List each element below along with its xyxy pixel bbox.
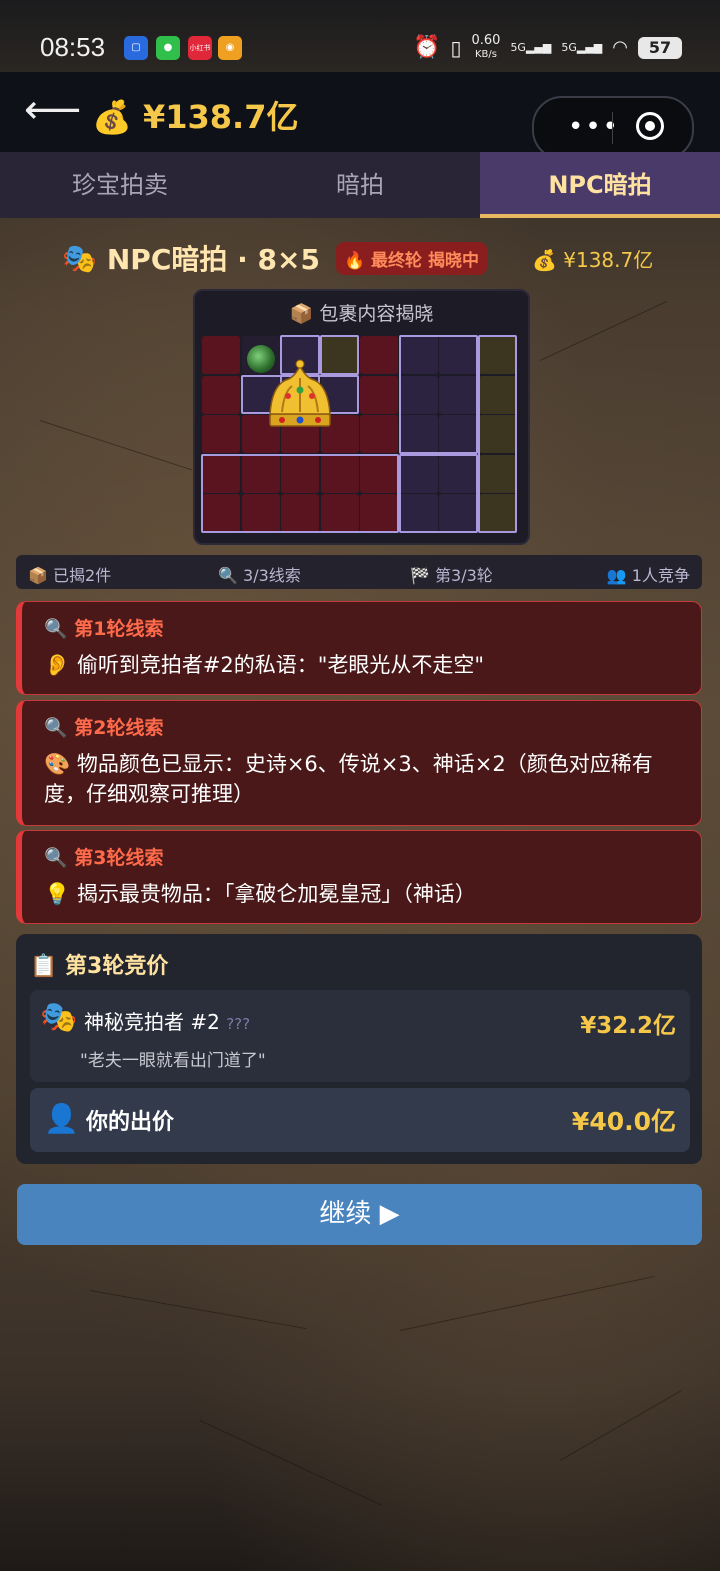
final-round-badge: 🔥 最终轮 揭晓中 xyxy=(335,241,487,275)
auction-stats-bar: 📦 已揭2件 🔍 3/3线索 🏁 第3/3轮 👥 1人竞争 xyxy=(16,555,702,589)
item-outline xyxy=(201,453,399,533)
clue-text: 👂 偷听到竞拍者#2的私语："老眼光从不走空" xyxy=(44,653,485,677)
clue-text: 🎨 物品颜色已显示：史诗×6、传说×3、神话×2（颜色对应稀有度，仔细观察可推理… xyxy=(44,752,653,806)
grid-cell xyxy=(202,375,240,414)
npc-name: 神秘竞拍者 #2 ??? xyxy=(84,1006,250,1035)
net-speed-unit: KB/s xyxy=(474,49,497,60)
net-speed-value: 0.60 xyxy=(471,33,501,48)
grid-cell xyxy=(360,415,398,453)
npc-bid-price: ¥32.2亿 xyxy=(580,1013,676,1039)
clue-count: 🔍 3/3线索 xyxy=(218,566,301,585)
bank-app-icon: ▢ xyxy=(124,36,148,60)
miniapp-capsule: ••• xyxy=(532,96,694,160)
clue-heading: 🔍 第1轮线索 xyxy=(44,618,164,640)
xiaohongshu-icon: 小红书 xyxy=(188,36,212,60)
money-bag-icon: 💰 xyxy=(92,98,132,136)
round-count: 🏁 第3/3轮 xyxy=(410,566,493,585)
clue-heading: 🔍 第3轮线索 xyxy=(44,847,164,869)
clue-card-round-3: 🔍 第3轮线索 💡 揭示最贵物品：「拿破仑加冕皇冠」（神话） xyxy=(16,830,702,924)
back-arrow-icon[interactable]: ⟵ xyxy=(24,90,81,130)
close-miniapp-icon[interactable] xyxy=(636,112,664,140)
crown-item-icon[interactable] xyxy=(260,356,340,436)
item-outline xyxy=(477,335,517,533)
grid-cell xyxy=(360,375,398,414)
grid-cell xyxy=(360,336,398,374)
bidding-panel: 📋 第3轮竞价 🎭 神秘竞拍者 #2 ??? "老夫一眼就看出门道了" ¥32.… xyxy=(16,934,702,1164)
grid-cell xyxy=(202,415,240,453)
theater-masks-icon: 🎭 xyxy=(62,241,97,275)
title-balance: 💰 ¥138.7亿 xyxy=(532,248,654,272)
tab-npc-silent-auction[interactable]: NPC暗拍 xyxy=(480,152,720,218)
system-indicators: ⏰ ▯ 0.60 KB/s 5G▂▄▆ 5G▂▄▆ ◠ 57 xyxy=(413,34,682,61)
package-panel-title: 📦 包裹内容揭晓 xyxy=(289,303,434,325)
wechat-icon: ● xyxy=(156,36,180,60)
package-panel: 📦 包裹内容揭晓 xyxy=(193,289,530,545)
competitor-count: 👥 1人竞争 xyxy=(606,566,690,585)
theater-masks-icon: 🎭 xyxy=(40,1000,78,1035)
header-balance: 💰 ¥138.7亿 xyxy=(92,92,298,138)
package-grid xyxy=(201,335,520,535)
npc-quote: "老夫一眼就看出门道了" xyxy=(80,1051,266,1071)
your-bid-row: 👤 你的出价 ¥40.0亿 xyxy=(30,1088,690,1152)
bidding-title: 📋 第3轮竞价 xyxy=(30,954,169,979)
signal-5g-1: 5G▂▄▆ xyxy=(510,41,552,54)
battery-indicator: 57 xyxy=(638,36,682,59)
auction-tabs: 珍宝拍卖 暗拍 NPC暗拍 xyxy=(0,152,720,218)
your-bid-price: ¥40.0亿 xyxy=(571,1107,676,1136)
continue-button[interactable]: 继续 ▶ xyxy=(17,1184,702,1245)
user-icon: 👤 xyxy=(44,1102,79,1135)
grid-cell xyxy=(202,336,240,374)
your-bid-label: 你的出价 xyxy=(86,1110,175,1135)
vibrate-icon: ▯ xyxy=(450,35,462,60)
page-title: NPC暗拍 · 8×5 xyxy=(106,243,320,276)
auction-title-row: 🎭 NPC暗拍 · 8×5 🔥 最终轮 揭晓中 xyxy=(62,236,487,280)
clue-card-round-1: 🔍 第1轮线索 👂 偷听到竞拍者#2的私语："老眼光从不走空" xyxy=(16,601,702,695)
net-speed: 0.60 KB/s xyxy=(471,34,500,61)
npc-unknown-tag: ??? xyxy=(226,1015,251,1033)
item-outline xyxy=(398,453,478,533)
tab-silent-auction[interactable]: 暗拍 xyxy=(240,152,480,218)
clock: 08:53 xyxy=(40,32,106,62)
clue-card-round-2: 🔍 第2轮线索 🎨 物品颜色已显示：史诗×6、传说×3、神话×2（颜色对应稀有度… xyxy=(16,700,702,826)
item-outline xyxy=(398,335,478,454)
capsule-divider xyxy=(612,112,613,144)
status-bar: 08:53 ▢ ● 小红书 ◉ ⏰ ▯ 0.60 KB/s 5G▂▄▆ 5G▂▄… xyxy=(0,0,720,72)
clue-heading: 🔍 第2轮线索 xyxy=(44,717,164,739)
npc-bid-row: 🎭 神秘竞拍者 #2 ??? "老夫一眼就看出门道了" ¥32.2亿 xyxy=(30,990,690,1082)
wifi-icon: ◠ xyxy=(612,37,628,58)
tab-treasure-auction[interactable]: 珍宝拍卖 xyxy=(0,152,240,218)
app-header: ⟵ 💰 ¥138.7亿 ••• xyxy=(0,72,720,160)
balance-value: ¥138.7亿 xyxy=(142,98,299,136)
clue-text: 💡 揭示最贵物品：「拿破仑加冕皇冠」（神话） xyxy=(44,882,476,906)
alarm-icon: ⏰ xyxy=(413,35,441,60)
npc-name-text: 神秘竞拍者 #2 xyxy=(84,1010,220,1034)
revealed-count: 📦 已揭2件 xyxy=(28,566,112,585)
signal-5g-2: 5G▂▄▆ xyxy=(561,41,603,54)
weibo-icon: ◉ xyxy=(218,36,242,60)
